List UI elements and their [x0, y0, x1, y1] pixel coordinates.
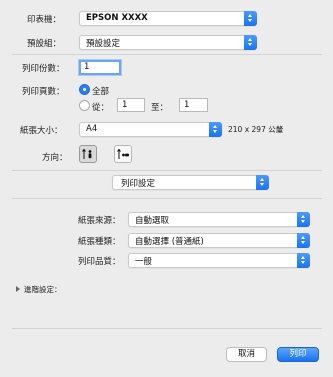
preset-label: 預設組：: [27, 39, 62, 49]
popup-arrows-icon: [244, 35, 257, 50]
separator: [12, 198, 322, 199]
pages-all-radio[interactable]: [79, 84, 90, 95]
pages-to-field[interactable]: 1: [179, 98, 208, 112]
pages-from-label: 從：: [92, 103, 110, 113]
paper-source-label: 紙張來源：: [78, 216, 121, 226]
pages-from-field[interactable]: 1: [117, 98, 145, 112]
print-button[interactable]: 列印: [277, 347, 319, 362]
media-type-label: 紙張種類：: [78, 237, 121, 247]
paper-dimensions: 210 x 297 公釐: [228, 125, 284, 134]
section-select[interactable]: 列印設定: [112, 175, 269, 190]
popup-arrows-icon: [256, 175, 269, 190]
popup-arrows-icon: [297, 212, 310, 227]
cancel-button[interactable]: 取消: [226, 347, 267, 362]
popup-arrows-icon: [244, 11, 257, 26]
pages-to-label: 至：: [151, 103, 169, 113]
paper-size-label: 紙張大小：: [20, 126, 63, 136]
portrait-button[interactable]: [79, 145, 97, 163]
advanced-disclosure[interactable]: 進階設定：: [16, 284, 76, 294]
advanced-label: 進階設定：: [24, 285, 62, 294]
pages-label: 列印頁數：: [22, 87, 65, 97]
pages-all-label: 全部: [92, 87, 110, 97]
popup-arrows-icon: [209, 122, 222, 137]
preset-value: 預設設定: [86, 39, 121, 49]
popup-arrows-icon: [297, 253, 310, 268]
landscape-person-icon: [117, 148, 129, 159]
separator: [12, 170, 322, 171]
popup-arrows-icon: [297, 233, 310, 248]
paper-size-value: A4: [86, 124, 98, 134]
preset-select[interactable]: 預設設定: [79, 35, 257, 50]
paper-source-select[interactable]: 自動選取: [128, 212, 310, 227]
print-quality-label: 列印品質：: [78, 257, 121, 267]
printer-value: EPSON XXXX: [86, 13, 148, 23]
pages-range-radio[interactable]: [79, 100, 90, 111]
paper-size-select[interactable]: A4: [79, 122, 222, 137]
copies-label: 列印份數：: [22, 64, 65, 74]
separator: [12, 54, 322, 55]
print-quality-select[interactable]: 一般: [128, 253, 310, 268]
disclosure-triangle-icon: [16, 286, 20, 292]
media-type-value: 自動選擇 (普通紙): [135, 237, 204, 247]
media-type-select[interactable]: 自動選擇 (普通紙): [128, 233, 310, 248]
orientation-label: 方向：: [42, 153, 68, 163]
paper-source-value: 自動選取: [135, 216, 170, 226]
separator: [12, 328, 322, 329]
section-value: 列印設定: [121, 179, 156, 189]
portrait-person-icon: [82, 148, 92, 159]
printer-label: 印表機：: [27, 15, 62, 25]
landscape-button[interactable]: [114, 145, 132, 163]
print-quality-value: 一般: [135, 257, 153, 267]
copies-field[interactable]: 1: [79, 60, 121, 75]
printer-select[interactable]: EPSON XXXX: [79, 11, 257, 26]
